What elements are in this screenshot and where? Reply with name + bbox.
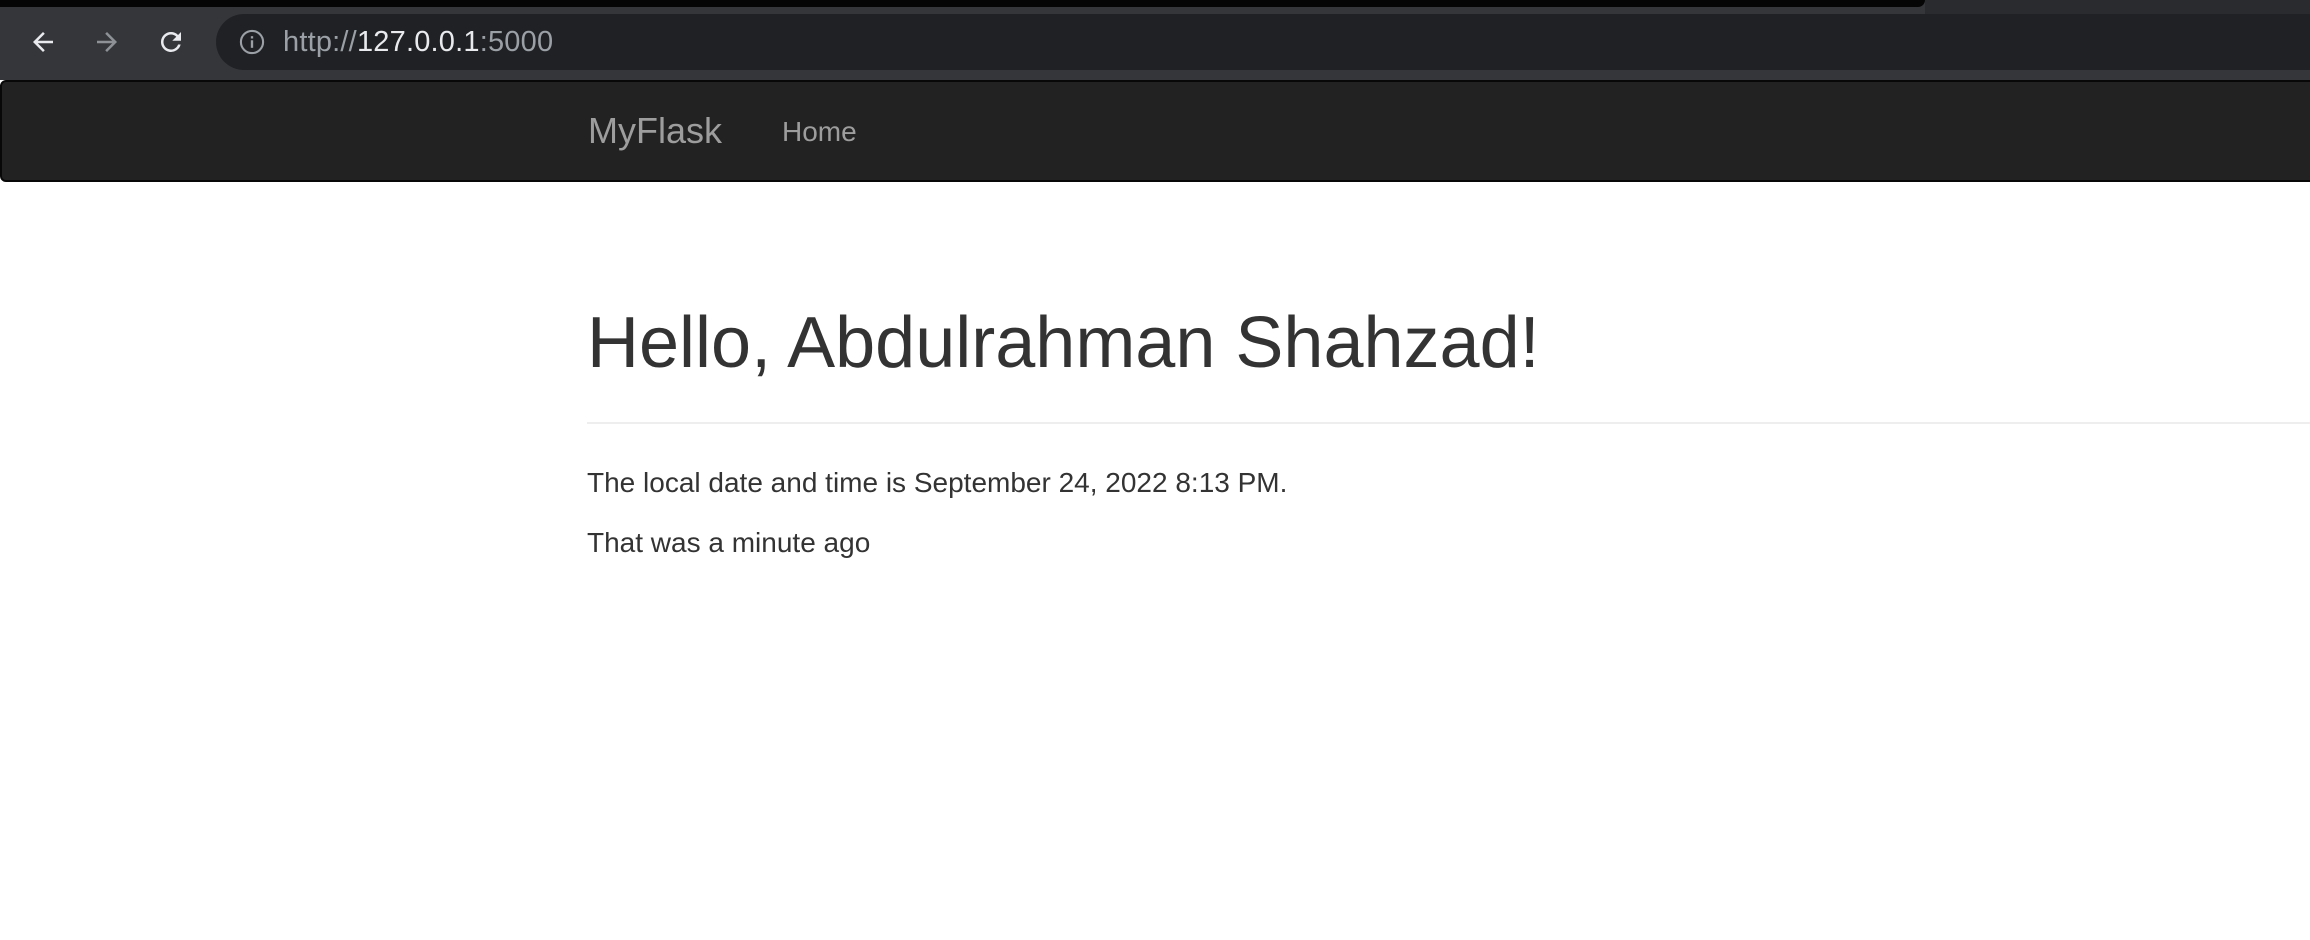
relative-time-text: That was a minute ago <box>587 527 871 558</box>
back-arrow-icon <box>33 32 53 52</box>
back-button[interactable] <box>20 19 66 65</box>
tab-strip-background <box>1925 0 2310 14</box>
local-time-text: The local date and time is September 24,… <box>587 467 1288 498</box>
address-bar[interactable]: http://127.0.0.1:5000 <box>216 14 2310 70</box>
info-icon[interactable] <box>238 28 266 56</box>
navbar-brand-link[interactable]: MyFlask <box>588 110 722 152</box>
url-scheme: http:// <box>283 26 357 58</box>
forward-arrow-icon <box>97 32 117 52</box>
page-header: Hello, Abdulrahman Shahzad! <box>587 302 2310 424</box>
site-navbar: MyFlask Home <box>0 80 2310 182</box>
tab-strip <box>0 0 1925 7</box>
url-text[interactable]: http://127.0.0.1:5000 <box>283 26 553 58</box>
forward-button[interactable] <box>84 19 130 65</box>
nav-link-home[interactable]: Home <box>782 116 857 148</box>
browser-toolbar: http://127.0.0.1:5000 <box>0 0 2310 80</box>
url-port: :5000 <box>479 26 554 58</box>
page-title: Hello, Abdulrahman Shahzad! <box>587 303 1540 383</box>
url-host: 127.0.0.1 <box>356 26 480 58</box>
reload-icon <box>160 31 181 52</box>
reload-button[interactable] <box>148 19 194 65</box>
